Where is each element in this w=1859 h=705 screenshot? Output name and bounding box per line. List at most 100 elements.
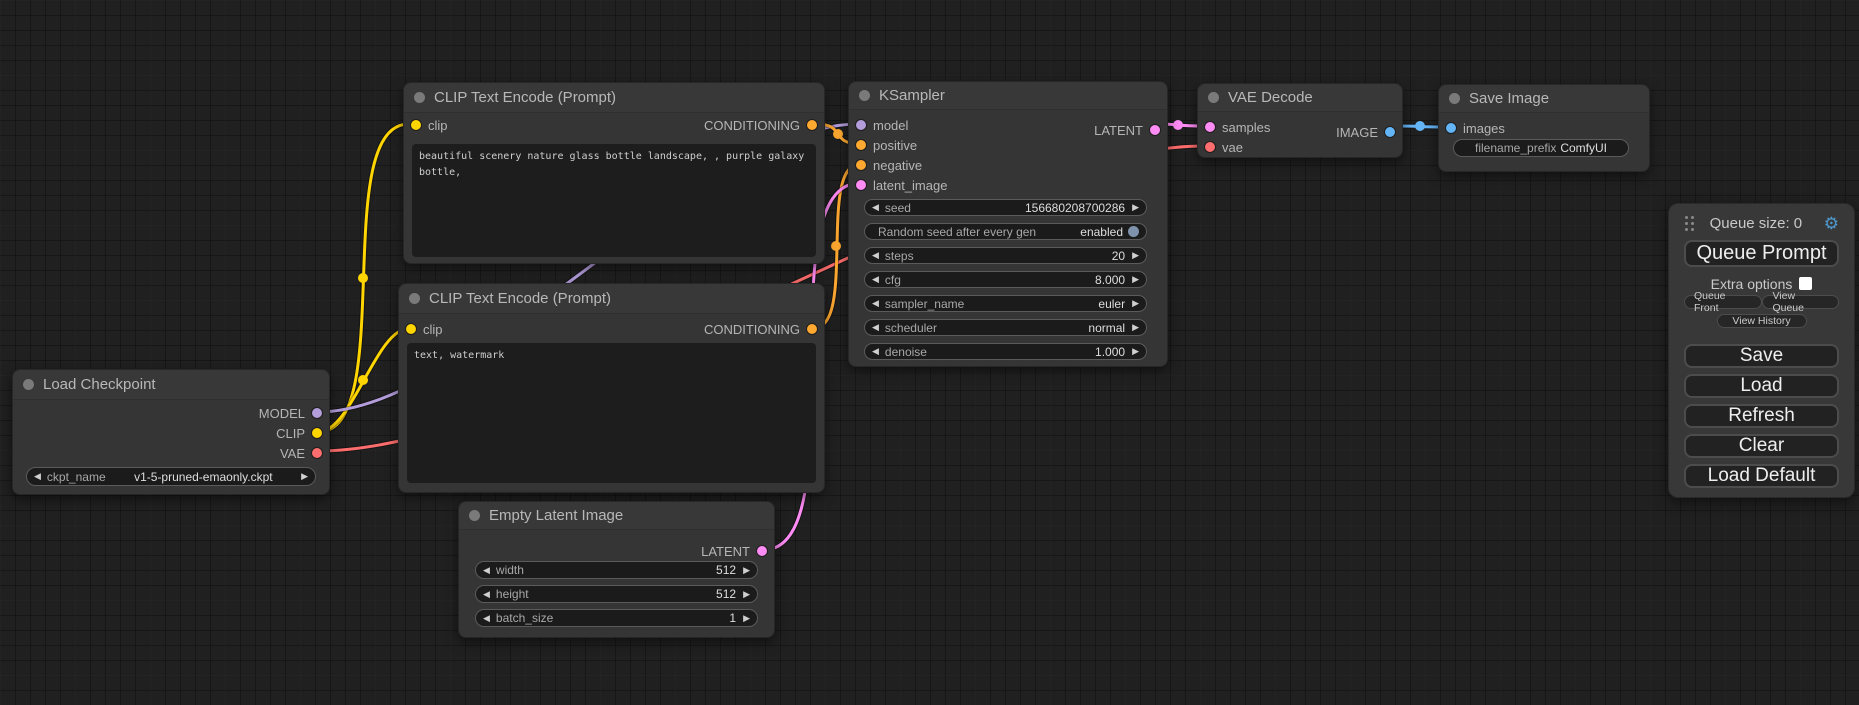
increment-arrow-icon[interactable]: ▶ xyxy=(743,566,750,575)
clear-button[interactable]: Clear xyxy=(1684,434,1839,458)
increment-arrow-icon[interactable]: ▶ xyxy=(301,472,308,481)
node-collapse-dot[interactable] xyxy=(23,379,34,390)
node-title: CLIP Text Encode (Prompt) xyxy=(429,290,611,307)
widget-label: height xyxy=(496,587,716,601)
conditioning-output-port[interactable] xyxy=(807,324,817,334)
decrement-arrow-icon[interactable]: ◀ xyxy=(872,347,879,356)
increment-arrow-icon[interactable]: ▶ xyxy=(743,614,750,623)
widget-width[interactable]: ◀ width 512 ▶ xyxy=(475,561,758,579)
node-graph-canvas[interactable]: Load Checkpoint MODEL CLIP VAE ◀ ckpt_na… xyxy=(0,0,1859,705)
node-header: Save Image xyxy=(1439,85,1649,113)
widget-cfg[interactable]: ◀ cfg 8.000 ▶ xyxy=(864,271,1147,288)
queue-front-button[interactable]: Queue Front xyxy=(1684,295,1762,309)
increment-arrow-icon[interactable]: ▶ xyxy=(1132,299,1139,308)
node-collapse-dot[interactable] xyxy=(859,90,870,101)
decrement-arrow-icon[interactable]: ◀ xyxy=(872,203,879,212)
vae-input-port[interactable] xyxy=(1205,142,1215,152)
node-header: VAE Decode xyxy=(1198,84,1402,112)
clip-input-port[interactable] xyxy=(411,120,421,130)
node-title: Save Image xyxy=(1469,90,1549,107)
view-queue-button[interactable]: View Queue xyxy=(1762,295,1839,309)
node-collapse-dot[interactable] xyxy=(1449,93,1460,104)
widget-batch-size[interactable]: ◀ batch_size 1 ▶ xyxy=(475,609,758,627)
node-save-image[interactable]: Save Image images filename_prefix ComfyU… xyxy=(1438,84,1650,172)
images-input-port[interactable] xyxy=(1446,123,1456,133)
load-button[interactable]: Load xyxy=(1684,374,1839,398)
latent-image-input-port[interactable] xyxy=(856,180,866,190)
queue-panel: Queue size: 0 ⚙ Queue Prompt Extra optio… xyxy=(1668,203,1855,498)
widget-seed[interactable]: ◀ seed 156680208700286 ▶ xyxy=(864,199,1147,216)
widget-filename-prefix[interactable]: filename_prefix ComfyUI xyxy=(1453,139,1629,157)
widget-steps[interactable]: ◀ steps 20 ▶ xyxy=(864,247,1147,264)
node-ksampler[interactable]: KSampler model positive negative latent_… xyxy=(848,81,1168,367)
decrement-arrow-icon[interactable]: ◀ xyxy=(483,590,490,599)
decrement-arrow-icon[interactable]: ◀ xyxy=(872,299,879,308)
vae-output-port[interactable] xyxy=(312,448,322,458)
node-load-checkpoint[interactable]: Load Checkpoint MODEL CLIP VAE ◀ ckpt_na… xyxy=(12,369,330,495)
widget-value: ComfyUI xyxy=(1560,141,1607,155)
widget-sampler-name[interactable]: ◀ sampler_name euler ▶ xyxy=(864,295,1147,312)
settings-gear-icon[interactable]: ⚙ xyxy=(1824,215,1839,232)
increment-arrow-icon[interactable]: ▶ xyxy=(1132,251,1139,260)
widget-ckpt-name[interactable]: ◀ ckpt_name v1-5-pruned-emaonly.ckpt ▶ xyxy=(26,467,316,486)
decrement-arrow-icon[interactable]: ◀ xyxy=(483,566,490,575)
node-clip-text-encode-positive[interactable]: CLIP Text Encode (Prompt) clip CONDITION… xyxy=(403,82,825,264)
view-history-button[interactable]: View History xyxy=(1717,314,1807,328)
widget-value: 1.000 xyxy=(1095,345,1125,359)
latent-output-port[interactable] xyxy=(1150,125,1160,135)
increment-arrow-icon[interactable]: ▶ xyxy=(743,590,750,599)
toggle-dot[interactable] xyxy=(1128,226,1139,237)
image-output-port[interactable] xyxy=(1385,127,1395,137)
node-collapse-dot[interactable] xyxy=(1208,92,1219,103)
clip-output-port[interactable] xyxy=(312,428,322,438)
node-empty-latent-image[interactable]: Empty Latent Image LATENT ◀ width 512 ▶ … xyxy=(458,501,775,638)
widget-label: seed xyxy=(885,201,1025,215)
widget-denoise[interactable]: ◀ denoise 1.000 ▶ xyxy=(864,343,1147,360)
clip-input-port[interactable] xyxy=(406,324,416,334)
widget-label: scheduler xyxy=(885,321,1088,335)
node-title: VAE Decode xyxy=(1228,89,1313,106)
node-header: Empty Latent Image xyxy=(459,502,774,530)
node-header: KSampler xyxy=(849,82,1167,110)
decrement-arrow-icon[interactable]: ◀ xyxy=(483,614,490,623)
queue-prompt-button[interactable]: Queue Prompt xyxy=(1684,240,1839,267)
latent-output-port[interactable] xyxy=(757,546,767,556)
conditioning-output-port[interactable] xyxy=(807,120,817,130)
positive-input-port[interactable] xyxy=(856,140,866,150)
extra-options-checkbox[interactable] xyxy=(1799,277,1812,290)
node-collapse-dot[interactable] xyxy=(414,92,425,103)
node-collapse-dot[interactable] xyxy=(469,510,480,521)
save-button[interactable]: Save xyxy=(1684,344,1839,368)
model-input-port[interactable] xyxy=(856,120,866,130)
increment-arrow-icon[interactable]: ▶ xyxy=(1132,203,1139,212)
extra-options-row: Extra options xyxy=(1684,276,1839,291)
increment-arrow-icon[interactable]: ▶ xyxy=(1132,275,1139,284)
load-default-button[interactable]: Load Default xyxy=(1684,464,1839,488)
model-output-port[interactable] xyxy=(312,408,322,418)
refresh-button[interactable]: Refresh xyxy=(1684,404,1839,428)
increment-arrow-icon[interactable]: ▶ xyxy=(1132,323,1139,332)
decrement-arrow-icon[interactable]: ◀ xyxy=(872,275,879,284)
negative-input-port[interactable] xyxy=(856,160,866,170)
node-clip-text-encode-negative[interactable]: CLIP Text Encode (Prompt) clip CONDITION… xyxy=(398,283,825,493)
decrement-arrow-icon[interactable]: ◀ xyxy=(34,472,41,481)
output-slot-vae: VAE xyxy=(13,443,329,463)
widget-height[interactable]: ◀ height 512 ▶ xyxy=(475,585,758,603)
node-vae-decode[interactable]: VAE Decode samples vae IMAGE xyxy=(1197,83,1403,158)
samples-input-port[interactable] xyxy=(1205,122,1215,132)
widget-value: 512 xyxy=(716,587,736,601)
output-slot-latent: LATENT xyxy=(1087,120,1167,140)
increment-arrow-icon[interactable]: ▶ xyxy=(1132,347,1139,356)
widget-scheduler[interactable]: ◀ scheduler normal ▶ xyxy=(864,319,1147,336)
prompt-textarea[interactable]: beautiful scenery nature glass bottle la… xyxy=(412,144,816,257)
node-title: Load Checkpoint xyxy=(43,376,156,393)
decrement-arrow-icon[interactable]: ◀ xyxy=(872,251,879,260)
decrement-arrow-icon[interactable]: ◀ xyxy=(872,323,879,332)
prompt-textarea[interactable]: text, watermark xyxy=(407,343,816,483)
widget-label: steps xyxy=(885,249,1112,263)
widget-random-seed-toggle[interactable]: Random seed after every gen enabled xyxy=(864,223,1147,240)
widget-value: normal xyxy=(1088,321,1125,335)
output-slot-conditioning: CONDITIONING xyxy=(704,118,817,133)
node-collapse-dot[interactable] xyxy=(409,293,420,304)
input-slot-clip: clip xyxy=(406,322,443,337)
